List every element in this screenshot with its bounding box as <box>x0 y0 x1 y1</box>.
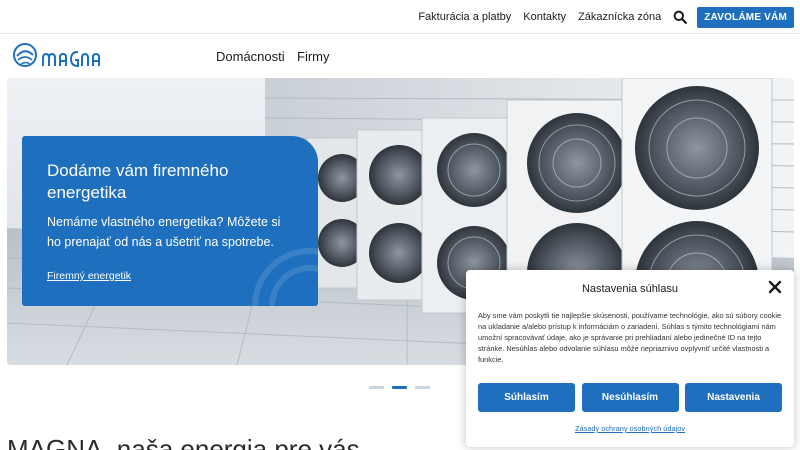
link-billing[interactable]: Fakturácia a platby <box>418 11 511 23</box>
slider-dot-3[interactable] <box>415 386 430 389</box>
decline-button[interactable]: Nesúhlasím <box>581 383 679 412</box>
link-customer-zone[interactable]: Zákaznícka zóna <box>578 11 661 23</box>
magna-logo-mark <box>13 43 100 68</box>
close-icon[interactable] <box>768 280 782 294</box>
slider-dots <box>369 386 438 389</box>
link-contacts[interactable]: Kontakty <box>523 11 566 23</box>
decorative-swirl-icon <box>252 248 318 306</box>
call-me-button[interactable]: ZAVOLÁME VÁM <box>697 6 794 28</box>
privacy-policy-link[interactable]: Zásady ochrany osobných údajov <box>466 424 794 433</box>
hero-text: Nemáme vlastného energetika? Môžete si h… <box>47 215 281 249</box>
slider-dot-2[interactable] <box>392 386 407 389</box>
section-heading: MAGNA, naša energia pre vás <box>7 434 360 450</box>
hero-link-energy-manager[interactable]: Firemný energetik <box>47 270 131 282</box>
nav-item-households[interactable]: Domácnosti <box>216 49 285 64</box>
cookie-consent-dialog: Nastavenia súhlasu Aby sme vám poskytli … <box>466 270 794 447</box>
consent-buttons: Súhlasím Nesúhlasím Nastavenia <box>478 383 782 412</box>
top-utility-bar: Fakturácia a platby Kontakty Zákaznícka … <box>0 0 800 34</box>
slider-dot-1[interactable] <box>369 386 384 389</box>
main-navigation: Domácnosti Firmy <box>0 34 800 78</box>
nav-item-business[interactable]: Firmy <box>297 49 330 64</box>
search-icon[interactable] <box>673 10 688 24</box>
hero-card: Dodáme vám firemného energetika Nemáme v… <box>22 136 318 306</box>
hero-title: Dodáme vám firemného energetika <box>47 161 229 202</box>
settings-button[interactable]: Nastavenia <box>685 383 782 412</box>
accept-button[interactable]: Súhlasím <box>478 383 575 412</box>
magna-logo[interactable] <box>12 42 102 70</box>
consent-title: Nastavenia súhlasu <box>581 283 678 295</box>
consent-body: Aby sme vám poskytli tie najlepšie skúse… <box>478 311 782 364</box>
utility-links: Fakturácia a platby Kontakty Zákaznícka … <box>406 6 794 28</box>
